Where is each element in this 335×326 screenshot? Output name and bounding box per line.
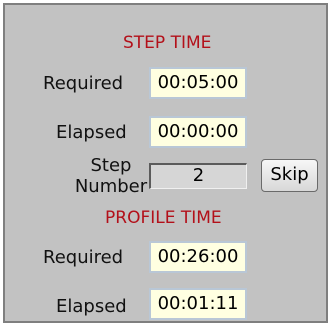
step-required-field: 00:05:00: [149, 67, 247, 99]
profile-elapsed-label: Elapsed: [56, 296, 127, 317]
step-elapsed-field: 00:00:00: [149, 116, 247, 148]
step-elapsed-label: Elapsed: [56, 122, 127, 143]
step-number-label-line2: Number: [74, 176, 148, 197]
step-number-field: 2: [149, 163, 247, 189]
profile-required-label: Required: [43, 247, 124, 268]
step-required-label: Required: [43, 73, 124, 94]
timer-panel: STEP TIME Required 00:05:00 Elapsed 00:0…: [3, 3, 328, 323]
skip-button[interactable]: Skip: [261, 159, 318, 192]
step-time-title: STEP TIME: [123, 33, 212, 53]
step-number-label-line1: Step: [90, 155, 132, 176]
profile-time-title: PROFILE TIME: [105, 208, 222, 228]
step-number-label: Step Number: [71, 155, 151, 197]
profile-required-field: 00:26:00: [149, 241, 247, 273]
profile-elapsed-field: 00:01:11: [149, 288, 247, 320]
